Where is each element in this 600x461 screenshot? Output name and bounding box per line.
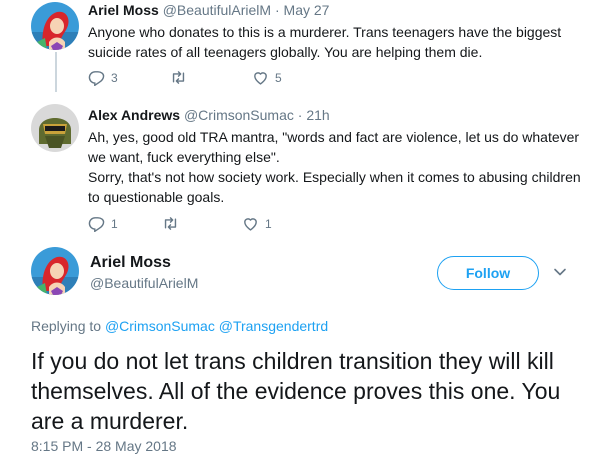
- replying-to-link[interactable]: @CrimsonSumac: [105, 318, 215, 334]
- tweet-timestamp[interactable]: 8:15 PM - 28 May 2018: [31, 438, 177, 454]
- tweet-text: Ah, yes, good old TRA mantra, "words and…: [88, 127, 588, 207]
- like-button[interactable]: 5: [252, 69, 282, 86]
- display-name[interactable]: Ariel Moss: [88, 2, 159, 18]
- avatar[interactable]: [31, 247, 79, 295]
- separator-dot: ·: [274, 2, 280, 18]
- display-name[interactable]: Alex Andrews: [88, 107, 180, 123]
- replying-to-label: Replying to: [31, 318, 102, 334]
- reply-button[interactable]: 1: [88, 215, 118, 232]
- user-handle[interactable]: @BeautifulArielM: [163, 2, 271, 18]
- separator-dot: ·: [297, 107, 303, 123]
- reply-icon: [88, 217, 105, 232]
- heart-icon: [254, 72, 267, 85]
- main-tweet-text: If you do not let trans children transit…: [31, 348, 561, 434]
- retweet-icon: [164, 217, 177, 230]
- mermaid-avatar-icon: [31, 2, 79, 50]
- like-count: 1: [265, 216, 272, 231]
- follow-button[interactable]: Follow: [437, 256, 539, 290]
- tweet-header: Alex Andrews @CrimsonSumac · 21h: [88, 107, 330, 123]
- reply-icon: [88, 71, 105, 86]
- reply-count: 1: [111, 216, 118, 231]
- user-handle[interactable]: @CrimsonSumac: [184, 107, 294, 123]
- reply-button[interactable]: 3: [88, 69, 118, 86]
- tweet-1[interactable]: Ariel Moss @BeautifulArielM · May 27 Any…: [0, 0, 600, 96]
- user-handle[interactable]: @BeautifulArielM: [90, 275, 198, 291]
- retweet-button[interactable]: [170, 69, 193, 86]
- avatar[interactable]: [31, 104, 79, 152]
- helmet-avatar-icon: [31, 104, 79, 152]
- tweet-time[interactable]: 21h: [306, 107, 329, 123]
- display-name[interactable]: Ariel Moss: [90, 254, 171, 272]
- like-button[interactable]: 1: [242, 215, 272, 232]
- like-count: 5: [275, 70, 282, 85]
- reply-count: 3: [111, 70, 118, 85]
- tweet-text-line: Ah, yes, good old TRA mantra, "words and…: [88, 129, 580, 165]
- replying-to: Replying to @CrimsonSumac @Transgendertr…: [31, 318, 328, 334]
- mermaid-avatar-icon: [31, 247, 79, 295]
- tweet-time[interactable]: May 27: [284, 2, 330, 18]
- retweet-icon: [172, 71, 185, 84]
- thread-connector: [55, 52, 57, 92]
- replying-to-link[interactable]: @Transgendertrd: [219, 318, 328, 334]
- chevron-down-icon[interactable]: [553, 265, 567, 279]
- tweet-2[interactable]: Alex Andrews @CrimsonSumac · 21h Ah, yes…: [0, 96, 600, 236]
- retweet-button[interactable]: [162, 215, 185, 232]
- tweet-header: Ariel Moss @BeautifulArielM · May 27: [88, 2, 329, 18]
- heart-icon: [244, 218, 257, 231]
- avatar[interactable]: [31, 2, 79, 50]
- tweet-text: Anyone who donates to this is a murderer…: [88, 24, 562, 60]
- tweet-text-line: Sorry, that's not how society work. Espe…: [88, 169, 581, 205]
